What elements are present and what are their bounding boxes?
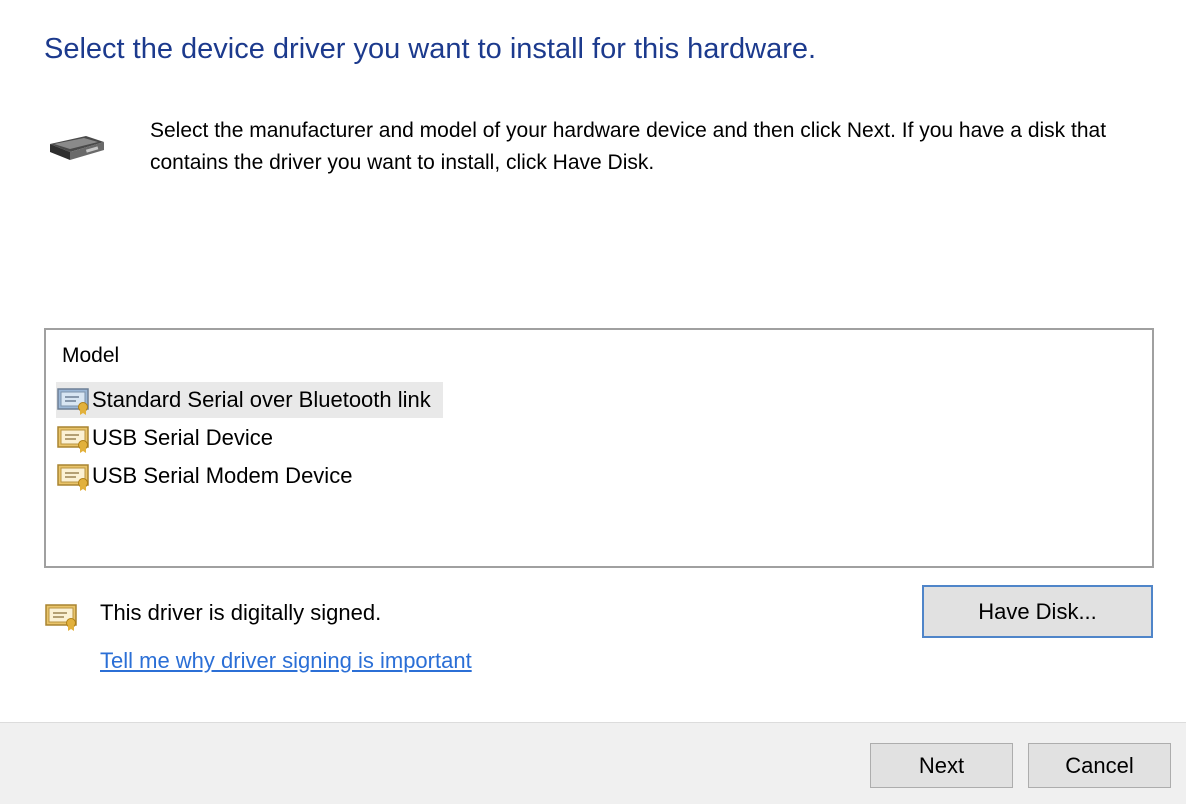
cancel-button[interactable]: Cancel [1028, 743, 1171, 788]
list-item-label: USB Serial Device [92, 425, 273, 450]
certificate-icon [45, 604, 77, 631]
next-button[interactable]: Next [870, 743, 1013, 788]
have-disk-button[interactable]: Have Disk... [922, 585, 1153, 638]
signed-status-text: This driver is digitally signed. [100, 600, 382, 625]
certificate-icon [57, 464, 89, 491]
list-item[interactable]: USB Serial Modem Device [56, 458, 364, 494]
certificate-icon [57, 426, 89, 453]
driver-signing-help-link[interactable]: Tell me why driver signing is important [100, 648, 472, 674]
list-item[interactable]: USB Serial Device [56, 420, 285, 456]
page-title: Select the device driver you want to ins… [44, 33, 817, 65]
dialog-footer: Next Cancel [0, 722, 1186, 804]
driver-selection-dialog: Select the device driver you want to ins… [0, 0, 1186, 804]
list-item-label: Standard Serial over Bluetooth link [92, 387, 431, 412]
model-column-header: Model [62, 344, 120, 367]
model-list[interactable]: Model Standard Serial over Bluetooth lin… [44, 328, 1154, 568]
certificate-icon [57, 388, 89, 415]
hardware-device-icon [50, 136, 104, 160]
list-item[interactable]: Standard Serial over Bluetooth link [56, 382, 443, 418]
list-item-label: USB Serial Modem Device [92, 463, 353, 488]
instructions-text: Select the manufacturer and model of you… [150, 119, 1107, 174]
